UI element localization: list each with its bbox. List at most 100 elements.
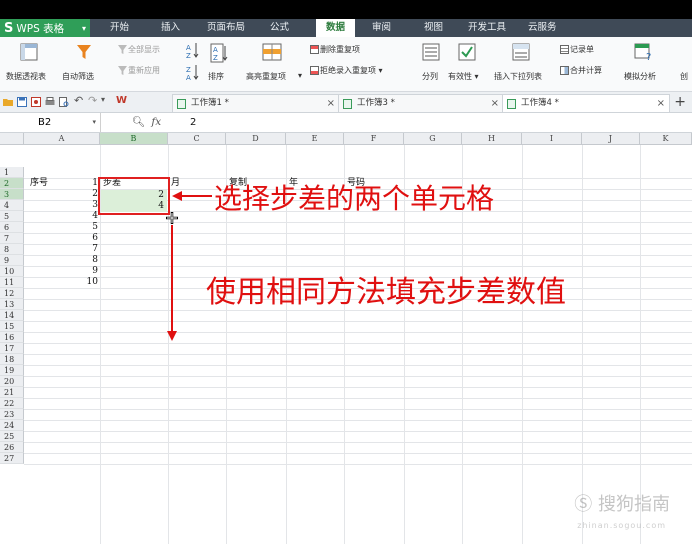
cell-a-value[interactable]: 5	[30, 222, 98, 233]
highlight-duplicates-button[interactable]: 高亮重复项 ▾	[242, 41, 304, 87]
fx-icon[interactable]: fx	[151, 116, 161, 128]
row-header[interactable]: 16	[0, 332, 24, 343]
wps-w-icon[interactable]: W	[116, 95, 127, 106]
row-header[interactable]: 7	[0, 233, 24, 244]
insert-dropdown-list-button[interactable]: 插入下拉列表	[492, 41, 554, 87]
row-header[interactable]: 8	[0, 244, 24, 255]
row-header[interactable]: 1	[0, 167, 24, 178]
split-column-button[interactable]: 分列	[418, 41, 444, 87]
validity-icon	[458, 43, 476, 61]
menu-item-formula[interactable]: 公式	[266, 19, 293, 37]
export-pdf-icon[interactable]	[31, 97, 41, 107]
row-header[interactable]: 19	[0, 365, 24, 376]
row-header[interactable]: 26	[0, 442, 24, 453]
row-header[interactable]: 5	[0, 211, 24, 222]
menu-item-cloud[interactable]: 云服务	[524, 19, 561, 37]
print-icon[interactable]	[45, 97, 55, 107]
pivot-table-button[interactable]: 数据透视表	[4, 41, 56, 87]
new-tab-plus-icon[interactable]: +	[674, 94, 686, 110]
row-header[interactable]: 3	[0, 189, 24, 200]
cell-c1[interactable]: 月	[171, 178, 180, 189]
reapply-button[interactable]: 重新应用	[118, 65, 160, 76]
customize-toolbar-icon[interactable]: ▾	[101, 95, 111, 105]
tab-workbook3-label: 工作簿3 *	[357, 98, 395, 108]
column-header-k[interactable]: K	[640, 133, 692, 144]
delete-duplicates-button[interactable]: 删除重复项	[310, 44, 360, 55]
redo-icon[interactable]: ↷	[88, 94, 98, 107]
menu-item-review[interactable]: 审阅	[368, 19, 395, 37]
column-header-h[interactable]: H	[462, 133, 522, 144]
close-icon[interactable]: ×	[657, 95, 665, 112]
menu-item-start[interactable]: 开始	[106, 19, 133, 37]
row-header[interactable]: 14	[0, 310, 24, 321]
row-header[interactable]: 10	[0, 266, 24, 277]
merge-calc-button[interactable]: 合并计算	[560, 65, 602, 76]
close-icon[interactable]: ×	[327, 95, 335, 112]
row-header[interactable]: 13	[0, 299, 24, 310]
column-header-c[interactable]: C	[168, 133, 226, 144]
column-header-f[interactable]: F	[344, 133, 404, 144]
row-header[interactable]: 22	[0, 398, 24, 409]
cell-a-value[interactable]: 3	[30, 200, 98, 211]
print-preview-icon[interactable]	[59, 97, 69, 107]
cell-a-value[interactable]: 6	[30, 233, 98, 244]
tab-workbook4[interactable]: 工作簿4 * ×	[502, 94, 670, 112]
row-header[interactable]: 17	[0, 343, 24, 354]
row-header[interactable]: 20	[0, 376, 24, 387]
menu-item-insert[interactable]: 插入	[157, 19, 184, 37]
menu-item-dev-tools[interactable]: 开发工具	[464, 19, 510, 37]
sort-descending-button[interactable]: ZA	[186, 63, 200, 82]
name-box[interactable]: B2 ▾	[0, 113, 101, 132]
row-header[interactable]: 11	[0, 277, 24, 288]
row-header[interactable]: 9	[0, 255, 24, 266]
sort-button[interactable]: AZ 排序	[206, 41, 232, 87]
menu-item-view[interactable]: 视图	[420, 19, 447, 37]
record-form-button[interactable]: 记录单	[560, 44, 594, 55]
row-header[interactable]: 24	[0, 420, 24, 431]
reject-duplicates-button[interactable]: 拒绝录入重复项 ▾	[310, 65, 383, 76]
cell-a-value[interactable]: 1	[30, 178, 98, 189]
row-header[interactable]: 4	[0, 200, 24, 211]
simulate-analysis-button[interactable]: ? 模拟分析	[622, 41, 666, 87]
tab-workbook1[interactable]: 工作簿1 * ×	[172, 94, 340, 112]
select-all-corner[interactable]	[0, 133, 24, 144]
undo-icon[interactable]: ↶	[74, 94, 84, 107]
autofilter-button[interactable]: 自动筛选	[60, 41, 106, 87]
validity-button[interactable]: 有效性 ▾	[448, 41, 488, 87]
row-header[interactable]: 15	[0, 321, 24, 332]
show-all-button[interactable]: 全部显示	[118, 44, 160, 55]
column-header-b[interactable]: B	[100, 133, 168, 144]
row-header[interactable]: 18	[0, 354, 24, 365]
row-header[interactable]: 25	[0, 431, 24, 442]
column-header-g[interactable]: G	[404, 133, 462, 144]
column-header-j[interactable]: J	[582, 133, 640, 144]
cell-a-value[interactable]: 9	[30, 266, 98, 277]
column-header-e[interactable]: E	[286, 133, 344, 144]
cell-a-value[interactable]: 2	[30, 189, 98, 200]
column-header-d[interactable]: D	[226, 133, 286, 144]
cell-a-value[interactable]: 10	[30, 277, 98, 288]
open-folder-icon[interactable]	[3, 97, 13, 107]
row-header[interactable]: 2	[0, 178, 24, 189]
row-header[interactable]: 23	[0, 409, 24, 420]
save-icon[interactable]	[17, 97, 27, 107]
close-icon[interactable]: ×	[491, 95, 499, 112]
cell-a-value[interactable]: 8	[30, 255, 98, 266]
row-header[interactable]: 12	[0, 288, 24, 299]
sort-ascending-button[interactable]: AZ	[186, 41, 200, 60]
zoom-magnifier-icon[interactable]: 🔍︎	[132, 116, 145, 128]
cell-grid[interactable]: 1 2 3 4 5 6 7 8 9 10 11 12 13 14 15 16 17 18 19 20 21 22 23 24 2…	[0, 145, 692, 544]
formula-input[interactable]: 2	[190, 113, 196, 132]
column-header-a[interactable]: A	[24, 133, 100, 144]
tab-workbook3[interactable]: 工作簿3 * ×	[338, 94, 504, 112]
menu-item-page-layout[interactable]: 页面布局	[203, 19, 249, 37]
menu-item-data[interactable]: 数据	[316, 19, 356, 37]
row-header[interactable]: 27	[0, 453, 24, 464]
create-button[interactable]: 创	[676, 41, 692, 87]
row-header[interactable]: 6	[0, 222, 24, 233]
cell-a-value[interactable]: 7	[30, 244, 98, 255]
app-menu-button[interactable]: S WPS 表格 ▾	[0, 19, 90, 37]
column-header-i[interactable]: I	[522, 133, 582, 144]
row-header[interactable]: 21	[0, 387, 24, 398]
cell-a-value[interactable]: 4	[30, 211, 98, 222]
